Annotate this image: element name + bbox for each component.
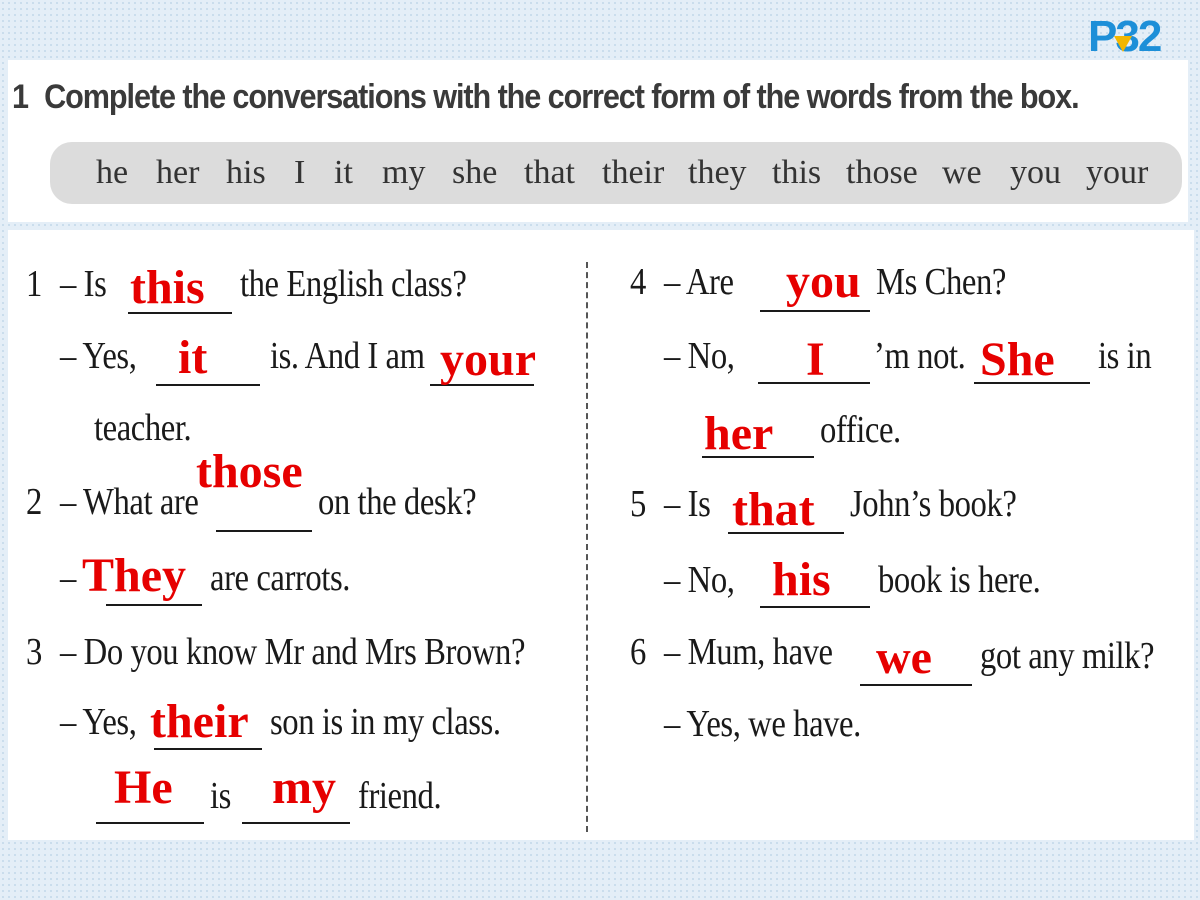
word-box-item: that — [524, 154, 575, 191]
conv6-line1b: got any milk? — [980, 635, 1155, 677]
conv4-line2a: – No, — [664, 335, 735, 377]
word-box-item: we — [942, 154, 982, 191]
blank-6[interactable] — [154, 748, 262, 750]
answer-11: She — [980, 333, 1055, 386]
answer-3: your — [440, 333, 536, 386]
word-box-item: he — [96, 154, 129, 191]
answer-9: you — [786, 255, 861, 308]
word-box-item: she — [452, 154, 498, 191]
conv3-number: 3 — [26, 631, 42, 673]
word-box-item: this — [772, 154, 822, 191]
conv2-line1b: on the desk? — [318, 481, 477, 523]
conv3-line2b: son is in my class. — [270, 701, 501, 743]
blank-14[interactable] — [760, 606, 870, 608]
blank-4[interactable] — [216, 530, 312, 532]
conv1-line2b: is. And I am — [270, 335, 425, 377]
conv4-line3: office. — [820, 409, 901, 451]
word-box-item: it — [334, 154, 353, 191]
answer-14: his — [772, 553, 831, 606]
word-box-item: my — [382, 154, 426, 191]
exercise-number: 1 — [12, 78, 29, 116]
page-number-label: P32 — [1088, 12, 1162, 61]
conv1-line2a: – Yes, — [60, 335, 137, 377]
answer-12: her — [704, 407, 774, 460]
blank-9[interactable] — [760, 310, 870, 312]
conv3-line2a: – Yes, — [60, 701, 137, 743]
word-box-item: those — [846, 154, 918, 191]
answer-1: this — [130, 261, 205, 314]
page-arrow-icon — [1114, 36, 1132, 52]
conv5-line2b: book is here. — [878, 559, 1041, 601]
conversations-panel: 1 – Is the English class? – Yes, is. And… — [8, 230, 1194, 840]
answer-13: that — [732, 483, 815, 536]
conv3-line3a: is — [210, 775, 231, 817]
blank-7[interactable] — [96, 822, 204, 824]
conv3-line3b: friend. — [358, 775, 442, 817]
word-box-item: your — [1086, 154, 1149, 191]
word-box-item: her — [156, 154, 200, 191]
conv4-line2b: ’m not. — [874, 335, 966, 377]
conv4-line2c: is in — [1098, 335, 1152, 377]
word-box-item: you — [1010, 154, 1061, 191]
conv4-line1a: – Are — [664, 261, 734, 303]
conv5-number: 5 — [630, 483, 646, 525]
answer-7: He — [114, 761, 173, 814]
conv2-line1a: – What are — [60, 481, 199, 523]
instruction-panel: 1 Complete the conversations with the cor… — [8, 60, 1188, 222]
word-box-item: I — [294, 154, 306, 191]
conv1-number: 1 — [26, 263, 42, 305]
word-box-item: his — [226, 154, 266, 191]
word-box-item: their — [602, 154, 665, 191]
conv6-line2: – Yes, we have. — [664, 703, 861, 745]
word-box-item: they — [688, 154, 747, 191]
conv4-number: 4 — [630, 261, 646, 303]
exercise-instruction: 1 Complete the conversations with the cor… — [12, 78, 1080, 117]
conv5-line1a: – Is — [664, 483, 711, 525]
answer-2: it — [178, 331, 208, 384]
blank-8[interactable] — [242, 822, 350, 824]
column-divider — [586, 262, 588, 832]
conv1-line1a: – Is — [60, 263, 107, 305]
answer-10: I — [806, 333, 825, 386]
conv2-line2b: are carrots. — [210, 557, 350, 599]
instruction-text: Complete the conversations with the corr… — [44, 78, 1079, 116]
conv3-line1: – Do you know Mr and Mrs Brown? — [60, 631, 526, 673]
word-box: he her his I it my she that their they t… — [50, 142, 1182, 204]
conv4-line1b: Ms Chen? — [876, 261, 1006, 303]
answer-8: my — [272, 761, 336, 814]
answer-5: They — [82, 549, 187, 602]
answer-15: we — [876, 631, 932, 684]
conv1-line1b: the English class? — [240, 263, 467, 305]
conv2-number: 2 — [26, 481, 42, 523]
conv5-line1b: John’s book? — [850, 483, 1017, 525]
answer-4: those — [196, 445, 303, 498]
conv5-line2a: – No, — [664, 559, 735, 601]
blank-15[interactable] — [860, 684, 972, 686]
conv6-number: 6 — [630, 631, 646, 673]
conv2-line2a: – — [60, 557, 76, 599]
blank-2[interactable] — [156, 384, 260, 386]
answer-6: their — [150, 695, 249, 748]
conv1-line3: teacher. — [94, 407, 192, 449]
conv6-line1a: – Mum, have — [664, 631, 833, 673]
blank-5[interactable] — [106, 604, 202, 606]
